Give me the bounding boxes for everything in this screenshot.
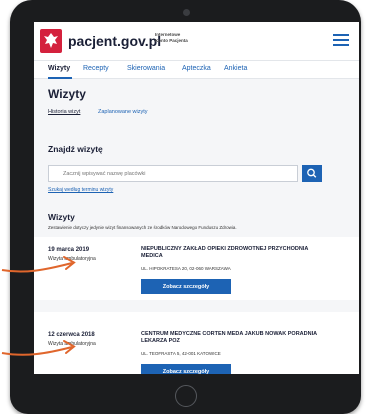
camera-dot [182,9,190,16]
tab-skierowania[interactable]: Skierowania [127,65,165,72]
tab-apteczka[interactable]: Apteczka [182,65,211,72]
site-header: pacjent.gov.pl Internetowe Konto Pacjent… [34,22,359,61]
clinic-address: UL. HIPOKRATESA 20, 02-060 WARSZAWA [141,266,231,271]
site-subtitle: Internetowe Konto Pacjenta [155,32,188,44]
hamburger-menu-icon[interactable] [333,34,349,46]
screen: pacjent.gov.pl Internetowe Konto Pacjent… [34,22,359,374]
main-content: Wizyty Historia wizyt Zaplanowane wizyty… [34,79,359,374]
page-title: Wizyty [48,87,86,101]
clinic-name: NIEPUBLICZNY ZAKŁAD OPIEKI ZDROWOTNEJ PR… [141,246,309,259]
tab-wizyty[interactable]: Wizyty [48,65,70,72]
search-title: Znajdź wizytę [48,144,103,154]
visits-list-title: Wizyty [48,212,75,222]
tab-ankieta[interactable]: Ankieta [224,65,247,72]
eagle-logo-icon[interactable] [40,29,62,53]
search-icon [307,168,317,178]
visits-description: Zestawienie dotyczy jedynie wizyt finans… [48,225,237,230]
search-input[interactable] [48,165,298,182]
advanced-search-link[interactable]: Szukaj według terminu wizyty [48,187,113,193]
site-subtitle-line2: Konto Pacjenta [155,38,188,43]
subtab-history[interactable]: Historia wizyt [48,109,80,115]
annotation-arrow-icon [1,256,76,273]
clinic-name: CENTRUM MEDYCZNE CORTEN MEDA JAKUB NOWAK… [141,331,317,344]
subtab-planned[interactable]: Zaplanowane wizyty [98,109,148,115]
view-details-button[interactable]: Zobacz szczegóły [141,279,231,294]
clinic-address: UL. TEOFRASTA 5, 42-001 KATOWICE [141,351,221,356]
main-nav: Wizyty Recepty Skierowania Apteczka Anki… [34,61,359,79]
tab-recepty[interactable]: Recepty [83,65,109,72]
home-button[interactable] [174,385,197,407]
view-details-button[interactable]: Zobacz szczegóły [141,364,231,374]
search-button[interactable] [302,165,322,182]
site-name[interactable]: pacjent.gov.pl [68,33,161,49]
annotation-arrow-icon [1,340,76,356]
